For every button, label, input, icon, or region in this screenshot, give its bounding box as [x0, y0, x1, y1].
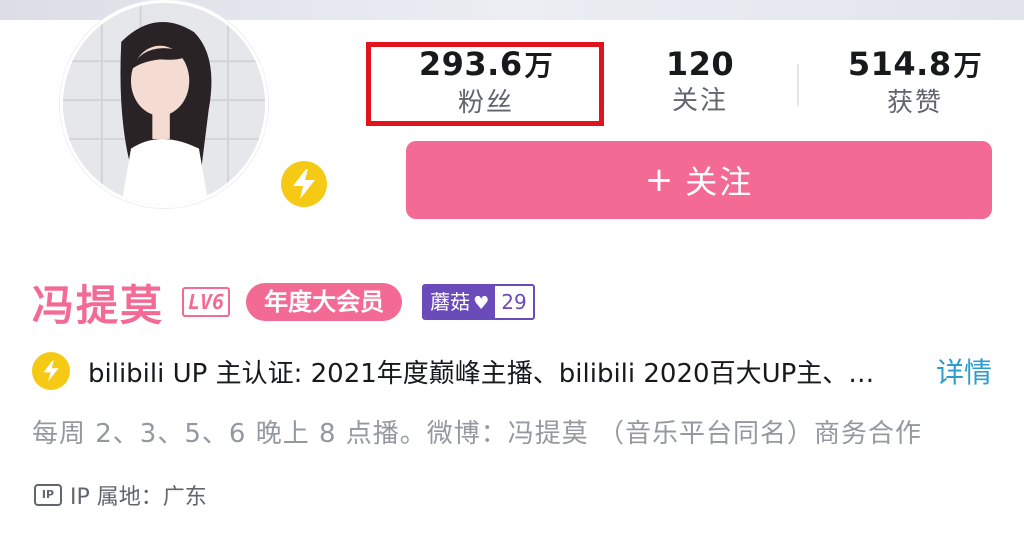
likes-label: 获赞 — [886, 88, 943, 118]
ip-icon: IP — [34, 484, 62, 506]
ip-location: IP IP 属地：广东 — [34, 476, 207, 514]
likes-unit: 万 — [953, 49, 983, 82]
following-label: 关注 — [671, 86, 728, 116]
detail-link[interactable]: 详情 — [936, 351, 992, 391]
verification-row: bilibili UP 主认证: 2021年度巅峰主播、bilibili 202… — [32, 348, 992, 394]
up-verified-badge — [276, 156, 332, 212]
name-row: 冯提莫 LV6 年度大会员 蘑菇 ♥ 29 — [32, 272, 535, 332]
follow-button-label: 关注 — [685, 163, 754, 201]
following-count: 120 — [665, 45, 735, 83]
following-stat[interactable]: 120 关注 — [630, 44, 770, 118]
fan-medal-level: 29 — [495, 286, 533, 318]
fan-medal[interactable]: 蘑菇 ♥ 29 — [422, 284, 535, 320]
heart-icon: ♥ — [473, 293, 490, 314]
avatar-container[interactable] — [60, 0, 332, 215]
lightning-icon — [32, 352, 70, 390]
likes-stat[interactable]: 514.8万 获赞 — [815, 44, 1015, 120]
likes-count: 514.8 — [847, 45, 952, 83]
follow-button[interactable]: + 关注 — [406, 141, 992, 219]
verification-text: bilibili UP 主认证: 2021年度巅峰主播、bilibili 202… — [88, 358, 888, 389]
ip-location-text: IP 属地：广东 — [70, 485, 207, 510]
level-badge[interactable]: LV6 — [182, 287, 231, 317]
fan-medal-name: 蘑菇 ♥ — [424, 286, 496, 318]
avatar[interactable] — [60, 0, 268, 208]
highlight-box — [366, 42, 604, 126]
bio-text[interactable]: 每周 2、3、5、6 晚上 8 点播。微博：冯提莫 （音乐平台同名）商务合作 — [32, 412, 992, 456]
username: 冯提莫 — [32, 280, 165, 330]
lightning-icon — [281, 161, 327, 207]
vip-badge[interactable]: 年度大会员 — [246, 283, 403, 321]
avatar-image — [63, 3, 265, 205]
stat-divider — [797, 64, 799, 106]
plus-icon: + — [644, 160, 676, 200]
